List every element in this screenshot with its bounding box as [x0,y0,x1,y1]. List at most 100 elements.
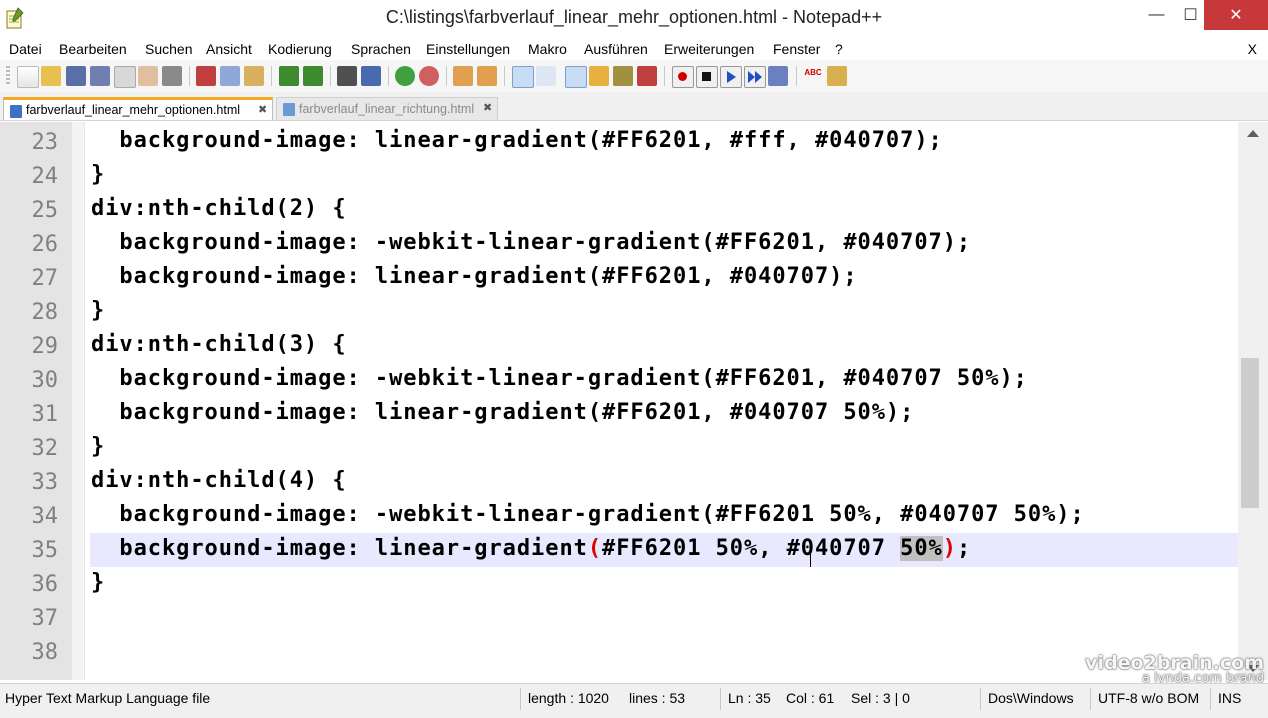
code-line[interactable]: 31 background-image: linear-gradient(#FF… [0,397,1238,431]
code-line[interactable]: 25 div:nth-child(2) { [0,193,1238,227]
brace-match-open: ( [587,536,603,561]
code-line[interactable]: 30 background-image: -webkit-linear-grad… [0,363,1238,397]
menu-fenster[interactable]: Fenster [773,41,820,57]
menu-bearbeiten[interactable]: Bearbeiten [59,41,127,57]
paste-icon[interactable] [244,66,264,86]
show-all-chars-icon[interactable] [536,66,556,86]
status-lines: lines : 53 [629,690,686,706]
code-line[interactable]: 33 div:nth-child(4) { [0,465,1238,499]
cut-icon[interactable] [196,66,216,86]
menu-help[interactable]: ? [835,41,843,57]
status-insert-mode[interactable]: INS [1218,690,1241,706]
code-line[interactable]: 24 } [0,159,1238,193]
stop-macro-icon[interactable] [696,66,718,88]
tab-close-icon[interactable]: ✖ [258,103,267,116]
line-text[interactable]: background-image: -webkit-linear-gradien… [91,230,971,255]
indent-guide-icon[interactable] [565,66,587,88]
menu-einstellungen[interactable]: Einstellungen [426,41,510,57]
line-text[interactable]: background-image: linear-gradient(#FF620… [91,264,858,289]
line-text[interactable]: } [91,570,105,595]
print-icon[interactable] [162,66,182,86]
menu-ansicht[interactable]: Ansicht [206,41,252,57]
menu-makro[interactable]: Makro [528,41,567,57]
menu-datei[interactable]: Datei [9,41,42,57]
line-text[interactable]: background-image: linear-gradient(#FF620… [91,536,971,561]
doc-map-icon[interactable] [613,66,633,86]
redo-icon[interactable] [303,66,323,86]
record-macro-icon[interactable] [672,66,694,88]
toolbar-separator [446,66,447,86]
sync-vertical-icon[interactable] [453,66,473,86]
zoom-out-icon[interactable] [419,66,439,86]
code-line[interactable]: 27 background-image: linear-gradient(#FF… [0,261,1238,295]
run-macro-multiple-icon[interactable] [744,66,766,88]
word-wrap-icon[interactable] [512,66,534,88]
toolbar-grip[interactable] [6,66,10,86]
code-line[interactable]: 26 background-image: -webkit-linear-grad… [0,227,1238,261]
copy-icon[interactable] [220,66,240,86]
spell-check-icon[interactable]: ABC [803,66,823,86]
file-saved-icon [283,103,295,116]
tab-bar: farbverlauf_linear_mehr_optionen.html ✖ … [0,92,1268,121]
tab-farbverlauf-linear-richtung[interactable]: farbverlauf_linear_richtung.html ✖ [276,97,498,120]
save-all-icon[interactable] [90,66,110,86]
code-line[interactable]: 34 background-image: -webkit-linear-grad… [0,499,1238,533]
code-line[interactable]: 37 [0,601,1238,635]
tab-close-icon[interactable]: ✖ [483,101,492,114]
tab-farbverlauf-linear-mehr-optionen[interactable]: farbverlauf_linear_mehr_optionen.html ✖ [3,97,273,120]
user-language-icon[interactable] [589,66,609,86]
line-text[interactable]: div:nth-child(2) { [91,196,347,221]
status-eol[interactable]: Dos\Windows [988,690,1074,706]
close-window-button[interactable]: ✕ [1204,0,1268,30]
line-text[interactable]: background-image: -webkit-linear-gradien… [91,502,1085,527]
code-line[interactable]: 29 div:nth-child(3) { [0,329,1238,363]
scrollbar-thumb[interactable] [1241,358,1259,508]
undo-icon[interactable] [279,66,299,86]
status-sel: Sel : 3 | 0 [851,690,910,706]
code-line-current[interactable]: 35 background-image: linear-gradient(#FF… [0,533,1238,567]
status-separator [520,688,521,710]
line-text[interactable]: background-image: linear-gradient(#FF620… [91,128,943,153]
toolbar-separator [504,66,505,86]
open-file-icon[interactable] [41,66,61,86]
find-icon[interactable] [337,66,357,86]
menu-suchen[interactable]: Suchen [145,41,192,57]
code-line[interactable]: 28 } [0,295,1238,329]
code-line[interactable]: 23 background-image: linear-gradient(#FF… [0,125,1238,159]
menu-sprachen[interactable]: Sprachen [351,41,411,57]
menu-kodierung[interactable]: Kodierung [268,41,332,57]
code-editor[interactable]: 23 background-image: linear-gradient(#FF… [0,122,1238,680]
new-file-icon[interactable] [17,66,39,88]
line-number: 26 [31,232,59,257]
scroll-up-icon[interactable] [1247,130,1259,137]
status-bar: Hyper Text Markup Language file length :… [0,683,1268,718]
close-document-button[interactable]: X [1248,41,1257,57]
line-text[interactable]: } [91,298,105,323]
zoom-in-icon[interactable] [395,66,415,86]
function-list-icon[interactable] [637,66,657,86]
close-icon[interactable] [114,66,136,88]
line-number: 27 [31,266,59,291]
line-text[interactable]: } [91,162,105,187]
line-text[interactable]: background-image: linear-gradient(#FF620… [91,400,914,425]
code-line[interactable]: 38 [0,635,1238,669]
line-text[interactable]: div:nth-child(3) { [91,332,347,357]
code-line[interactable]: 32 } [0,431,1238,465]
line-text[interactable]: div:nth-child(4) { [91,468,347,493]
save-macro-icon[interactable] [768,66,788,86]
menu-ausfuehren[interactable]: Ausführen [584,41,648,57]
play-macro-icon[interactable] [720,66,742,88]
sync-horizontal-icon[interactable] [477,66,497,86]
line-text[interactable]: } [91,434,105,459]
menu-erweiterungen[interactable]: Erweiterungen [664,41,754,57]
close-all-icon[interactable] [138,66,158,86]
status-encoding[interactable]: UTF-8 w/o BOM [1098,690,1199,706]
vertical-scrollbar[interactable] [1238,122,1268,680]
replace-icon[interactable] [361,66,381,86]
save-icon[interactable] [66,66,86,86]
line-text[interactable]: background-image: -webkit-linear-gradien… [91,366,1028,391]
plugin-icon[interactable] [827,66,847,86]
line-number: 32 [31,436,59,461]
brace-match-close: ) [942,536,957,561]
code-line[interactable]: 36 } [0,567,1238,601]
